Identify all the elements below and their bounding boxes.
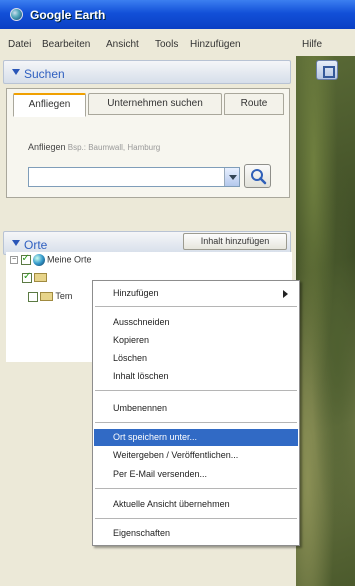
search-hint-label: Anfliegen [28,142,66,152]
my-places-icon [32,254,45,266]
checkbox[interactable] [22,271,32,283]
folder-icon [34,273,47,283]
menu-item-hinzufuegen[interactable]: Hinzufügen [94,285,298,302]
collapse-arrow-icon[interactable] [12,69,20,75]
search-panel-header[interactable]: Suchen [3,60,291,84]
menu-item-weitergeben[interactable]: Weitergeben / Veröffentlichen... [94,447,298,464]
folder-icon [40,292,53,302]
tree-item-meine-orte[interactable]: − Meine Orte [10,253,92,268]
menu-separator [95,422,297,423]
search-input[interactable] [28,167,240,187]
menu-item-kopieren[interactable]: Kopieren [94,332,298,349]
tab-anfliegen[interactable]: Anfliegen [13,93,86,117]
context-menu: Hinzufügen Ausschneiden Kopieren Löschen… [92,280,300,546]
google-earth-icon [10,8,23,21]
menu-item-aktuelle-ansicht[interactable]: Aktuelle Ansicht übernehmen [94,496,298,513]
search-hint-example: Bsp.: Baumwall, Hamburg [67,143,161,152]
menu-tools[interactable]: Tools [155,39,178,50]
search-hint: Anfliegen Bsp.: Baumwall, Hamburg [28,142,160,152]
window-title: Google Earth [30,8,106,22]
tree-item-label: Tem [55,291,73,301]
menu-item-label: Hinzufügen [113,288,159,298]
menu-separator [95,488,297,489]
checkbox[interactable] [28,291,38,302]
collapse-arrow-icon[interactable] [12,240,20,246]
tree-item-selected-folder[interactable] [22,271,47,286]
add-content-button[interactable]: Inhalt hinzufügen [183,233,287,250]
tab-route[interactable]: Route [224,93,284,115]
earth-viewer[interactable] [296,56,355,586]
menu-item-ausschneiden[interactable]: Ausschneiden [94,314,298,331]
toggle-sidebar-button[interactable] [316,60,338,80]
menu-ansicht[interactable]: Ansicht [106,39,139,50]
search-panel-title: Suchen [24,67,65,81]
tree-item-label: Meine Orte [47,254,92,265]
menu-bearbeiten[interactable]: Bearbeiten [42,39,90,50]
search-button[interactable] [244,164,271,188]
menu-item-per-email[interactable]: Per E-Mail versenden... [94,466,298,483]
menu-item-umbenennen[interactable]: Umbenennen [94,400,298,417]
menu-bar: Datei Bearbeiten Ansicht Tools Hinzufüge… [0,34,355,54]
menu-separator [95,306,297,307]
tree-expander-icon[interactable]: − [10,256,18,264]
menu-separator [95,518,297,519]
tree-item-temporary[interactable]: Tem [28,291,72,305]
menu-item-inhalt-loeschen[interactable]: Inhalt löschen [94,368,298,385]
menu-item-loeschen[interactable]: Löschen [94,350,298,367]
menu-datei[interactable]: Datei [8,39,31,50]
submenu-arrow-icon [283,290,288,298]
menu-item-ort-speichern-unter[interactable]: Ort speichern unter... [94,429,298,446]
places-panel-title: Orte [24,238,48,252]
menu-hinzufuegen[interactable]: Hinzufügen [190,39,241,50]
tab-unternehmen-suchen[interactable]: Unternehmen suchen [88,93,222,115]
title-bar: Google Earth [0,0,355,29]
menu-separator [95,390,297,391]
menu-hilfe[interactable]: Hilfe [302,39,322,50]
menu-item-eigenschaften[interactable]: Eigenschaften [94,525,298,542]
dropdown-arrow-icon[interactable] [224,168,239,186]
checkbox[interactable] [20,253,31,265]
search-icon [251,169,267,185]
